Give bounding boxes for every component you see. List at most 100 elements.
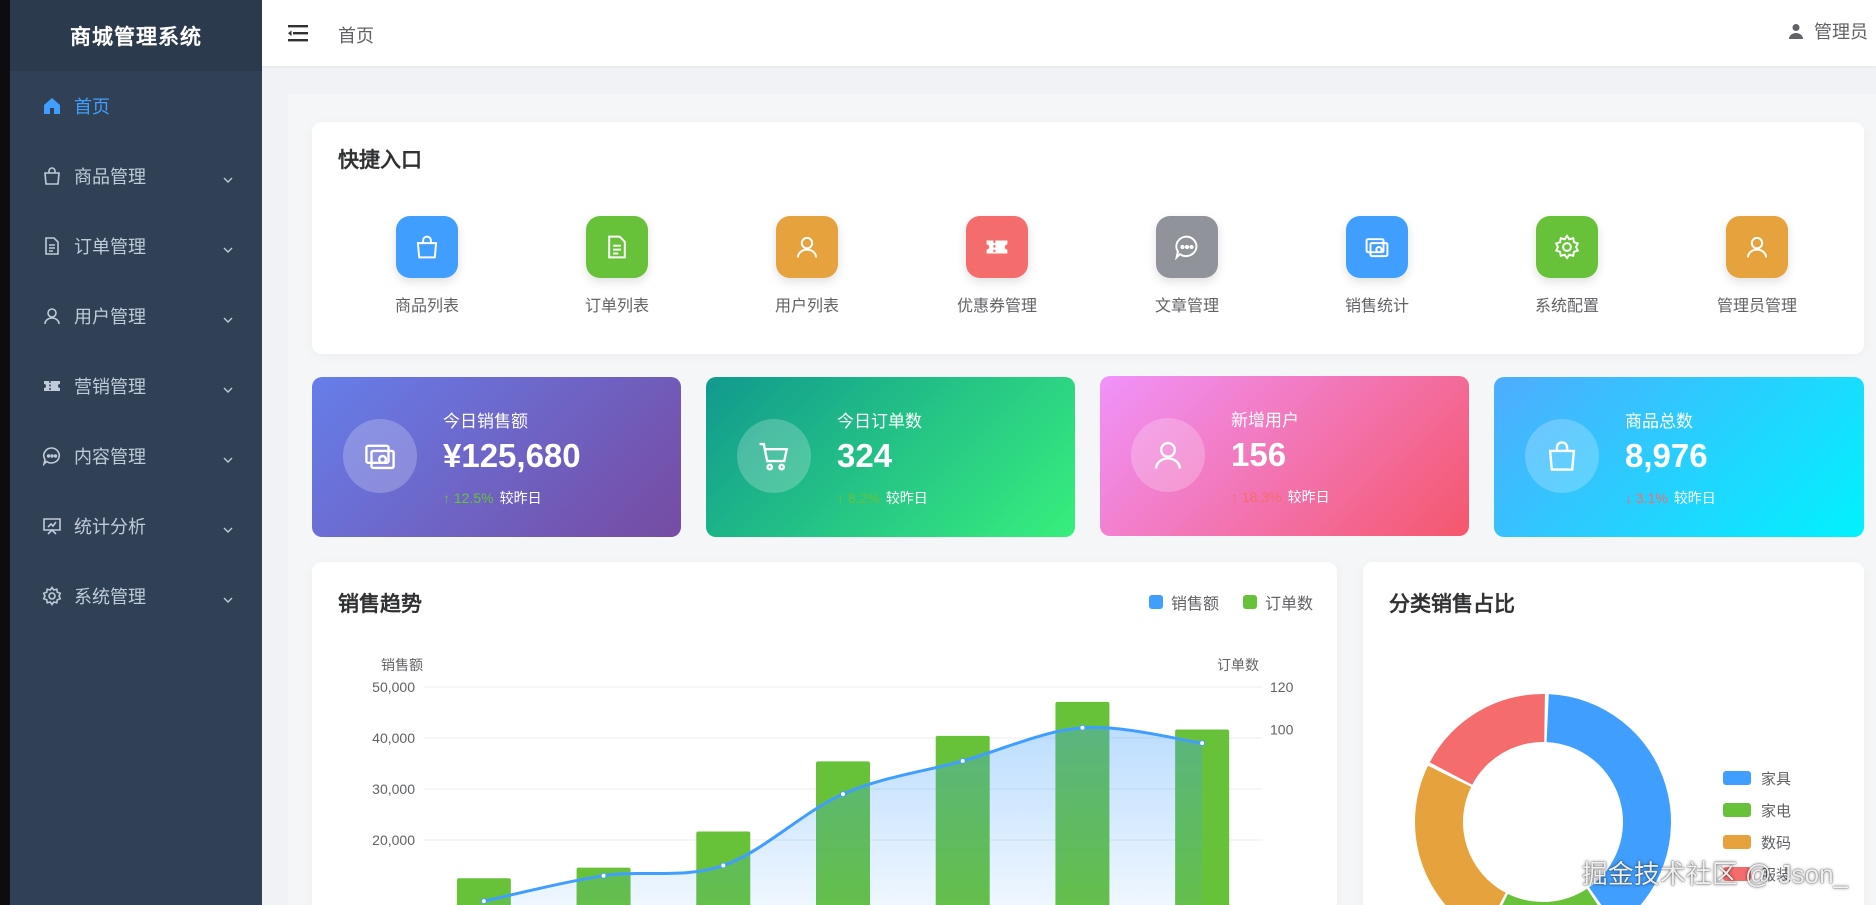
sidebar-item-content[interactable]: 内容管理 (10, 421, 262, 491)
cart-icon (737, 419, 811, 493)
sidebar-item-label: 统计分析 (74, 517, 146, 537)
stat-title: 今日销售额 (443, 412, 528, 431)
sales-point (1199, 740, 1206, 747)
stat-title: 今日订单数 (837, 412, 922, 431)
stat-title: 商品总数 (1625, 412, 1693, 431)
quick-entry-label: 系统配置 (1534, 298, 1599, 315)
gear-icon (42, 586, 62, 606)
y-tick-label: 50,000 (372, 679, 415, 695)
quick-entry-label: 优惠券管理 (956, 298, 1037, 315)
sales-point (1079, 724, 1086, 731)
document-icon (586, 216, 648, 278)
sidebar-item-label: 营销管理 (74, 377, 146, 397)
y2-tick-label: 100 (1270, 722, 1294, 738)
chevron-down-icon (222, 590, 234, 611)
stat-card-users[interactable]: 新增用户 156 ↑ 18.3% 较昨日 (1100, 376, 1469, 536)
sidebar-item-orders[interactable]: 订单管理 (10, 211, 262, 281)
stat-compare-label: 较昨日 (499, 490, 542, 506)
donut-slice-3 (1415, 765, 1506, 905)
y2-tick-label: 120 (1270, 679, 1294, 695)
app-title: 商城管理系统 (10, 0, 262, 71)
ticket-icon (42, 376, 62, 396)
legend-label: 家具 (1761, 770, 1792, 788)
stat-compare: ↑ 18.3% 较昨日 (1231, 487, 1330, 507)
sidebar-item-system[interactable]: 系统管理 (10, 561, 262, 631)
quick-entry-item[interactable]: 订单列表 (522, 216, 712, 316)
dashboard-content: 快捷入口 商品列表 订单列表 用户列表 优惠券管理 文章管理 销售统计 系统配置… (288, 94, 1876, 905)
quick-entry-label: 管理员管理 (1716, 298, 1797, 315)
sales-trend-chart: 销售额 订单数 50,000 40,000 30,000 20,000 120 100 (372, 657, 1294, 905)
breadcrumb[interactable]: 首页 (338, 22, 374, 48)
money-icon (1346, 216, 1408, 278)
user-menu[interactable]: 管理员 (1788, 18, 1868, 44)
sidebar-item-label: 订单管理 (74, 237, 146, 257)
sidebar-item-home[interactable]: 首页 (10, 71, 262, 141)
quick-entry-item[interactable]: 文章管理 (1092, 216, 1282, 316)
user-icon (42, 306, 62, 326)
watermark: 掘金技术社区 @ Json_ (1581, 859, 1848, 889)
bag-icon (396, 216, 458, 278)
sales-point (720, 862, 727, 869)
quick-entry-label: 文章管理 (1154, 298, 1219, 315)
quick-entry-item[interactable]: 优惠券管理 (902, 216, 1092, 316)
sales-point (840, 791, 846, 798)
home-icon (42, 96, 62, 116)
quick-entry-label: 商品列表 (394, 298, 459, 315)
quick-entry-item[interactable]: 商品列表 (332, 216, 522, 316)
legend-swatch (1723, 803, 1751, 817)
quick-entry-item[interactable]: 销售统计 (1282, 216, 1472, 316)
stat-value: ¥125,680 (443, 437, 581, 474)
pie-legend-item[interactable]: 家电 (1723, 794, 1791, 826)
chevron-down-icon (222, 380, 234, 401)
donut-slice-4 (1429, 694, 1545, 785)
sidebar-item-marketing[interactable]: 营销管理 (10, 351, 262, 421)
main-area: 首页 管理员 快捷入口 商品列表 订单列表 用户列表 优惠券管理 文章管理 销售… (262, 0, 1876, 905)
stat-value: 8,976 (1625, 437, 1708, 474)
sidebar-item-label: 首页 (74, 97, 110, 117)
quick-entry-item[interactable]: 用户列表 (712, 216, 902, 316)
menu-fold-icon[interactable] (288, 23, 310, 43)
sidebar-item-users[interactable]: 用户管理 (10, 281, 262, 351)
money-icon (343, 419, 417, 493)
stat-change: ↓ 3.1% (1625, 490, 1668, 506)
stat-compare: ↓ 3.1% 较昨日 (1625, 488, 1716, 508)
top-bar: 首页 管理员 (262, 0, 1876, 66)
presentation-icon (42, 516, 62, 536)
sidebar-menu: 首页 商品管理 订单管理 用户管理 营销管理 内容管理 统计分析 系统管理 (10, 71, 262, 631)
user-icon (1131, 418, 1205, 492)
chat-icon (1156, 216, 1218, 278)
ticket-icon (966, 216, 1028, 278)
legend-swatch (1723, 771, 1751, 785)
quick-entry-item[interactable]: 管理员管理 (1662, 216, 1852, 316)
user-name: 管理员 (1814, 22, 1868, 42)
chevron-down-icon (222, 170, 234, 191)
user-icon (1789, 24, 1803, 39)
y-tick-label: 40,000 (372, 730, 415, 746)
y-tick-label: 30,000 (372, 781, 415, 797)
y-axis-title: 销售额 (381, 657, 423, 673)
y2-axis-title: 订单数 (1217, 657, 1259, 673)
quick-entry-card: 快捷入口 商品列表 订单列表 用户列表 优惠券管理 文章管理 销售统计 系统配置… (312, 122, 1864, 354)
document-icon (42, 236, 62, 256)
stat-compare: ↑ 8.2% 较昨日 (837, 488, 928, 508)
quick-entry-item[interactable]: 系统配置 (1472, 216, 1662, 316)
user-icon (776, 216, 838, 278)
sidebar: 商城管理系统 首页 商品管理 订单管理 用户管理 营销管理 内容管理 统计分析 … (10, 0, 262, 905)
sidebar-item-products[interactable]: 商品管理 (10, 141, 262, 211)
sales-trend-card: 销售趋势 销售额 订单数 销售额 订单数 50,000 40,000 30,000 20,… (312, 562, 1337, 905)
stat-card-sales[interactable]: 今日销售额 ¥125,680 ↑ 12.5% 较昨日 (312, 377, 681, 537)
quick-entry-label: 订单列表 (584, 298, 649, 315)
pie-legend-item[interactable]: 家具 (1723, 762, 1791, 794)
sales-point (959, 757, 966, 764)
stat-change: ↑ 8.2% (837, 490, 880, 506)
stat-compare-label: 较昨日 (1673, 490, 1716, 506)
legend-swatch (1723, 835, 1751, 849)
user-icon (1726, 216, 1788, 278)
stat-compare: ↑ 12.5% 较昨日 (443, 488, 542, 508)
sidebar-item-analytics[interactable]: 统计分析 (10, 491, 262, 561)
quick-entry-title: 快捷入口 (338, 149, 422, 172)
sales-point (480, 898, 487, 905)
stat-card-orders[interactable]: 今日订单数 324 ↑ 8.2% 较昨日 (706, 377, 1075, 537)
stat-card-products[interactable]: 商品总数 8,976 ↓ 3.1% 较昨日 (1494, 377, 1864, 537)
sidebar-item-label: 内容管理 (74, 447, 146, 467)
